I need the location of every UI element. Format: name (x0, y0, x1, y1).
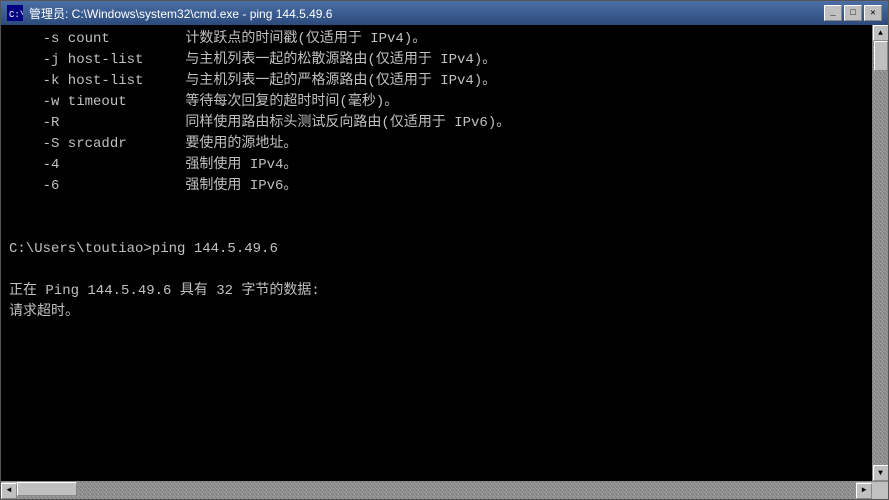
scroll-up-button[interactable]: ▲ (873, 25, 889, 41)
window-title: 管理员: C:\Windows\system32\cmd.exe - ping … (29, 5, 824, 22)
terminal-line-5: -R 同样使用路由标头测试反向路由(仅适用于 IPv6)。 (9, 113, 864, 134)
window-controls: _ □ ✕ (824, 5, 882, 21)
scroll-left-button[interactable]: ◄ (1, 483, 17, 499)
terminal-line-1: -s count 计数跃点的时间戳(仅适用于 IPv4)。 (9, 29, 864, 50)
terminal-line-8: -6 强制使用 IPv6。 (9, 176, 864, 197)
scroll-down-button[interactable]: ▼ (873, 465, 889, 481)
terminal-line-2: -j host-list 与主机列表一起的松散源路由(仅适用于 IPv4)。 (9, 50, 864, 71)
terminal-line-4: -w timeout 等待每次回复的超时时间(毫秒)。 (9, 92, 864, 113)
empty-line-3 (9, 260, 864, 281)
vertical-scrollbar: ▲ ▼ (872, 25, 888, 481)
prompt-line: C:\Users\toutiao>ping 144.5.49.6 (9, 239, 864, 260)
cmd-icon: C:\ (7, 5, 23, 21)
ping-result-line: 请求超时。 (9, 302, 864, 323)
minimize-button[interactable]: _ (824, 5, 842, 21)
h-scroll-thumb[interactable] (17, 482, 77, 496)
scroll-track[interactable] (873, 41, 888, 465)
terminal-line-7: -4 强制使用 IPv4。 (9, 155, 864, 176)
terminal-line-3: -k host-list 与主机列表一起的严格源路由(仅适用于 IPv4)。 (9, 71, 864, 92)
ping-start-line: 正在 Ping 144.5.49.6 具有 32 字节的数据: (9, 281, 864, 302)
maximize-button[interactable]: □ (844, 5, 862, 21)
scroll-thumb[interactable] (874, 41, 888, 71)
h-scroll-track[interactable] (17, 482, 856, 499)
terminal-line-6: -S srcaddr 要使用的源地址。 (9, 134, 864, 155)
cmd-window: C:\ 管理员: C:\Windows\system32\cmd.exe - p… (0, 0, 889, 500)
h-scroll-area (17, 482, 856, 499)
empty-line-1 (9, 197, 864, 218)
svg-text:C:\: C:\ (9, 10, 23, 20)
scroll-right-button[interactable]: ► (856, 483, 872, 499)
terminal-output[interactable]: -s count 计数跃点的时间戳(仅适用于 IPv4)。 -j host-li… (1, 25, 872, 481)
bottom-bar: ◄ ► (1, 481, 888, 499)
resize-grip[interactable] (872, 483, 888, 499)
title-bar: C:\ 管理员: C:\Windows\system32\cmd.exe - p… (1, 1, 888, 25)
content-area: -s count 计数跃点的时间戳(仅适用于 IPv4)。 -j host-li… (1, 25, 888, 481)
close-button[interactable]: ✕ (864, 5, 882, 21)
empty-line-2 (9, 218, 864, 239)
